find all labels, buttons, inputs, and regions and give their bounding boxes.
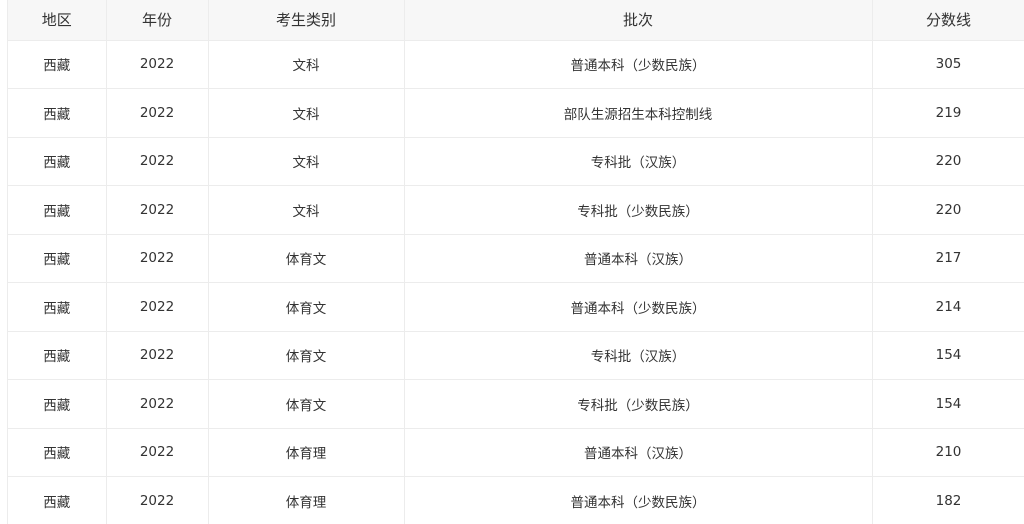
table-row: 西藏 2022 文科 专科批（少数民族） 220: [8, 185, 1024, 235]
cell-score: 182: [872, 476, 1024, 524]
header-region: 地区: [8, 0, 107, 41]
table-row: 西藏 2022 文科 普通本科（少数民族） 305: [8, 40, 1024, 89]
table-row: 西藏 2022 体育理 普通本科（汉族） 210: [8, 428, 1024, 477]
cell-score: 217: [872, 234, 1024, 283]
cell-batch: 专科批（少数民族）: [404, 379, 873, 429]
cell-region: 西藏: [8, 88, 107, 138]
table-row: 西藏 2022 文科 部队生源招生本科控制线 219: [8, 88, 1024, 138]
cell-year: 2022: [106, 379, 209, 429]
cell-score: 220: [872, 185, 1024, 235]
cell-score: 154: [872, 379, 1024, 429]
header-category: 考生类别: [208, 0, 405, 41]
table-row: 西藏 2022 体育文 普通本科（少数民族） 214: [8, 282, 1024, 332]
cell-year: 2022: [106, 88, 209, 138]
header-row: 地区 年份 考生类别 批次 分数线: [8, 0, 1024, 41]
cell-year: 2022: [106, 428, 209, 477]
cell-score: 219: [872, 88, 1024, 138]
cell-score: 220: [872, 137, 1024, 186]
cell-category: 体育文: [208, 282, 405, 332]
cell-category: 体育理: [208, 476, 405, 524]
score-table: 地区 年份 考生类别 批次 分数线 西藏 2022 文科 普通本科（少数民族） 305 西…: [8, 0, 1024, 524]
header-score: 分数线: [872, 0, 1024, 41]
cell-year: 2022: [106, 476, 209, 524]
cell-region: 西藏: [8, 331, 107, 380]
cell-batch: 普通本科（少数民族）: [404, 282, 873, 332]
cell-region: 西藏: [8, 234, 107, 283]
cell-category: 文科: [208, 137, 405, 186]
cell-region: 西藏: [8, 379, 107, 429]
cell-region: 西藏: [8, 185, 107, 235]
header-year: 年份: [106, 0, 209, 41]
cell-region: 西藏: [8, 476, 107, 524]
table-body: 西藏 2022 文科 普通本科（少数民族） 305 西藏 2022 文科 部队生源招生本科控制线…: [8, 40, 1024, 524]
cell-region: 西藏: [8, 282, 107, 332]
cell-category: 体育文: [208, 234, 405, 283]
cell-batch: 普通本科（汉族）: [404, 234, 873, 283]
cell-year: 2022: [106, 40, 209, 89]
cell-region: 西藏: [8, 40, 107, 89]
cell-score: 214: [872, 282, 1024, 332]
cell-batch: 专科批（少数民族）: [404, 185, 873, 235]
cell-region: 西藏: [8, 137, 107, 186]
cell-category: 文科: [208, 185, 405, 235]
cell-year: 2022: [106, 137, 209, 186]
cell-category: 文科: [208, 88, 405, 138]
cell-region: 西藏: [8, 428, 107, 477]
cell-year: 2022: [106, 282, 209, 332]
cell-score: 154: [872, 331, 1024, 380]
cell-category: 文科: [208, 40, 405, 89]
cell-score: 210: [872, 428, 1024, 477]
cell-batch: 专科批（汉族）: [404, 137, 873, 186]
cell-year: 2022: [106, 234, 209, 283]
table-header: 地区 年份 考生类别 批次 分数线: [8, 0, 1024, 41]
table-row: 西藏 2022 体育理 普通本科（少数民族） 182: [8, 476, 1024, 524]
score-table-container: 地区 年份 考生类别 批次 分数线 西藏 2022 文科 普通本科（少数民族） 305 西…: [7, 0, 1024, 524]
cell-batch: 专科批（汉族）: [404, 331, 873, 380]
cell-batch: 普通本科（少数民族）: [404, 40, 873, 89]
cell-year: 2022: [106, 331, 209, 380]
cell-batch: 普通本科（汉族）: [404, 428, 873, 477]
cell-category: 体育文: [208, 331, 405, 380]
table-row: 西藏 2022 体育文 专科批（汉族） 154: [8, 331, 1024, 380]
cell-category: 体育文: [208, 379, 405, 429]
table-row: 西藏 2022 体育文 普通本科（汉族） 217: [8, 234, 1024, 283]
cell-batch: 部队生源招生本科控制线: [404, 88, 873, 138]
cell-category: 体育理: [208, 428, 405, 477]
cell-batch: 普通本科（少数民族）: [404, 476, 873, 524]
table-row: 西藏 2022 文科 专科批（汉族） 220: [8, 137, 1024, 186]
header-batch: 批次: [404, 0, 873, 41]
cell-score: 305: [872, 40, 1024, 89]
cell-year: 2022: [106, 185, 209, 235]
table-row: 西藏 2022 体育文 专科批（少数民族） 154: [8, 379, 1024, 429]
